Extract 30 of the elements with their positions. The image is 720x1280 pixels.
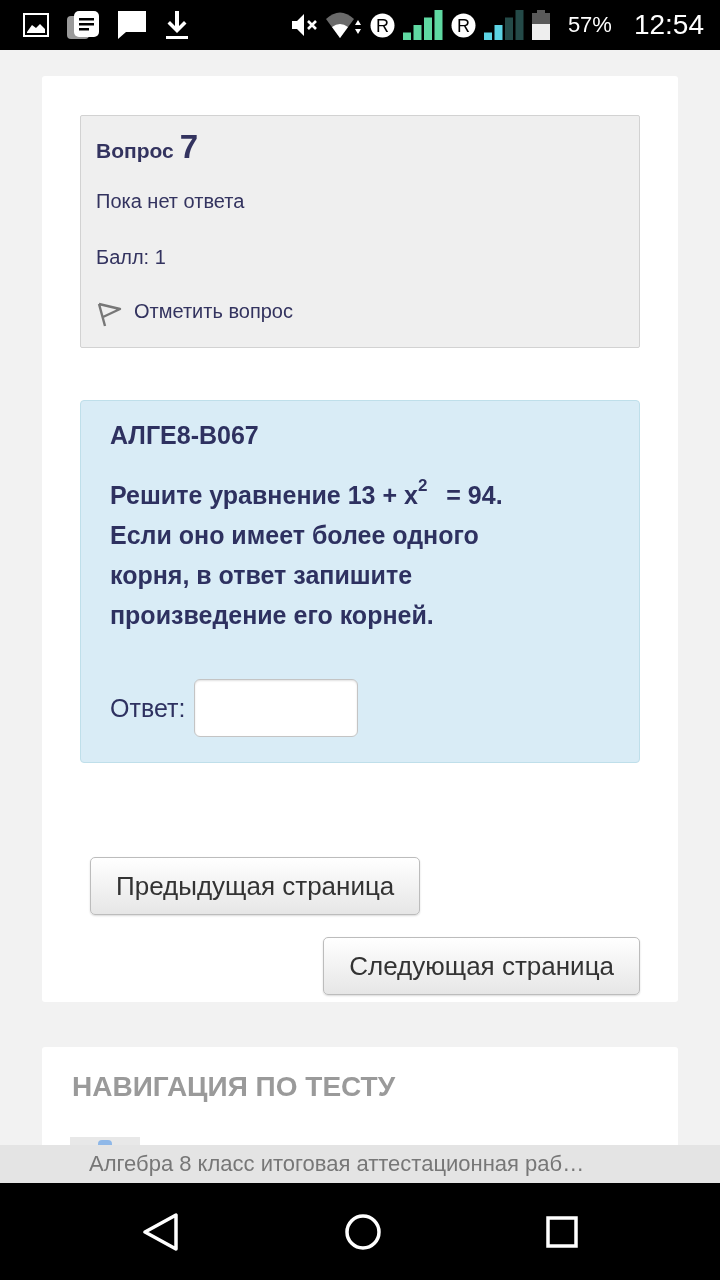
question-state: Пока нет ответа xyxy=(96,189,246,213)
signal-icon xyxy=(402,10,443,40)
question-label: Вопрос xyxy=(96,138,174,164)
home-icon[interactable] xyxy=(344,1213,381,1250)
answer-label: Ответ: xyxy=(110,693,186,723)
roaming-badge: R xyxy=(369,12,395,38)
download-icon xyxy=(165,11,189,39)
page-title: Алгебра 8 класс итоговая аттестационная раб… xyxy=(89,1151,585,1177)
wifi-icon xyxy=(325,12,362,38)
previous-page-button[interactable]: Предыдущая страница xyxy=(90,857,421,916)
recent-apps-icon[interactable] xyxy=(546,1215,578,1248)
flag-icon[interactable] xyxy=(96,301,122,327)
clock: 12:54 xyxy=(633,9,704,41)
question-number: 7 xyxy=(179,129,199,165)
back-icon[interactable] xyxy=(143,1212,179,1251)
roaming-badge: R xyxy=(450,12,476,38)
document-icon xyxy=(67,11,99,39)
mute-icon xyxy=(291,14,318,36)
battery-icon xyxy=(531,10,550,40)
question-code: АЛГЕ8-В067 xyxy=(110,420,260,450)
question-text: Решите уравнение 13 + x$^{2}$ = 94. Если оно имеет более одного корня, в ответ запишите произведение его корней. xyxy=(110,475,504,632)
image-icon xyxy=(23,13,49,37)
flag-question-link[interactable]: Отметить вопрос xyxy=(134,299,293,323)
message-icon xyxy=(117,11,147,39)
question-grade: Балл: 1 xyxy=(96,245,167,269)
signal-icon xyxy=(483,10,524,40)
quiz-navigation-title: НАВИГАЦИЯ ПО ТЕСТУ xyxy=(71,1071,397,1104)
battery-percent: 57% xyxy=(567,12,612,38)
next-page-button[interactable]: Следующая страница xyxy=(323,937,640,996)
answer-field[interactable] xyxy=(194,679,359,738)
